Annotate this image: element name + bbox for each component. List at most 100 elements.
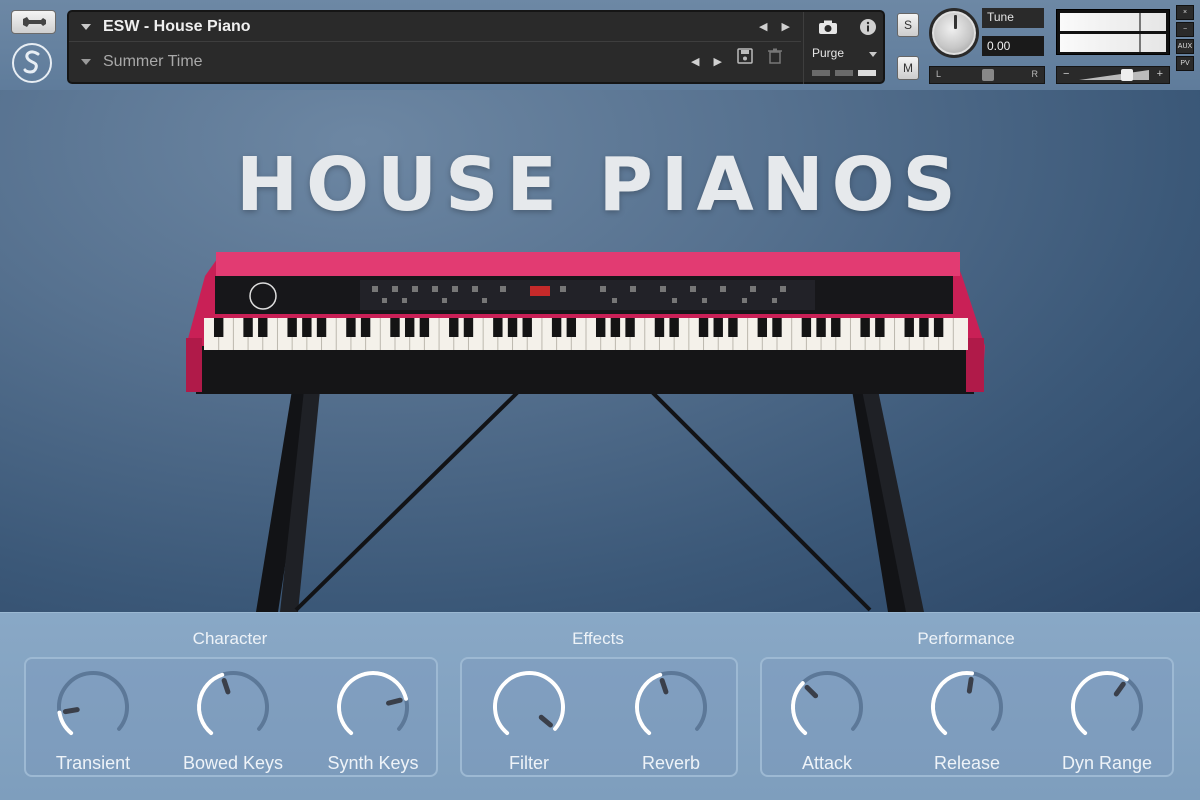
knob-transient[interactable]: Transient bbox=[38, 667, 148, 774]
preset-nav: ◀ ▶ bbox=[691, 55, 722, 68]
snapshot-button[interactable] bbox=[803, 12, 851, 42]
volume-minus-label: − bbox=[1063, 68, 1070, 80]
black-key bbox=[419, 318, 430, 337]
knob-label: Bowed Keys bbox=[182, 753, 284, 773]
black-key bbox=[654, 318, 665, 337]
section-title-performance: Performance bbox=[917, 629, 1015, 648]
black-key bbox=[213, 318, 224, 337]
black-key bbox=[919, 318, 929, 337]
knob-fill bbox=[931, 671, 975, 736]
knob-filter[interactable]: Filter bbox=[474, 667, 584, 774]
black-key bbox=[713, 318, 723, 337]
purge-dropdown-icon[interactable] bbox=[869, 52, 877, 57]
tune-label: Tune bbox=[982, 8, 1044, 28]
knob-reverb[interactable]: Reverb bbox=[616, 667, 726, 774]
volume-slider[interactable]: − + bbox=[1056, 66, 1170, 84]
black-key bbox=[772, 318, 782, 337]
black-key bbox=[390, 318, 400, 337]
black-key bbox=[316, 318, 327, 337]
knob-dial[interactable] bbox=[489, 667, 569, 747]
knob-fill bbox=[197, 672, 225, 736]
spitfire-logo bbox=[12, 43, 52, 83]
black-key bbox=[404, 318, 415, 337]
black-key bbox=[566, 318, 577, 337]
info-icon bbox=[860, 19, 876, 35]
pan-handle[interactable] bbox=[982, 69, 994, 81]
knob-attack[interactable]: Attack bbox=[772, 667, 882, 774]
knob-dial[interactable] bbox=[193, 667, 273, 747]
kontakt-header: ESW - House Piano ◀ ▶ Summer Time ◀ ▶ Pu… bbox=[0, 0, 1200, 90]
delete-button[interactable] bbox=[765, 46, 785, 66]
purge-bar bbox=[835, 70, 853, 76]
purge-bar bbox=[812, 70, 830, 76]
side-buttons: × − AUX PV bbox=[1176, 5, 1194, 71]
knob-pointer bbox=[966, 676, 974, 694]
volume-handle[interactable] bbox=[1121, 69, 1133, 81]
knob-pointer bbox=[538, 714, 553, 728]
black-key bbox=[831, 318, 841, 337]
instrument-dropdown-icon[interactable] bbox=[81, 23, 91, 30]
knob-fill bbox=[791, 681, 808, 736]
mute-button[interactable]: M bbox=[897, 56, 919, 80]
aux-button[interactable]: AUX bbox=[1176, 39, 1194, 54]
pv-button[interactable]: PV bbox=[1176, 56, 1194, 71]
preset-prev-icon[interactable]: ◀ bbox=[691, 55, 699, 68]
knob-dial[interactable] bbox=[53, 667, 133, 747]
black-key bbox=[449, 318, 459, 337]
pan-slider[interactable]: L R bbox=[929, 66, 1045, 84]
black-key bbox=[360, 318, 371, 337]
solo-button[interactable]: S bbox=[897, 13, 919, 37]
minimize-button[interactable]: − bbox=[1176, 22, 1194, 37]
group-character: Transient Bowed Keys Synth Keys bbox=[24, 657, 438, 777]
knob-label: Release bbox=[933, 753, 1001, 773]
wrench-button[interactable] bbox=[11, 10, 56, 34]
info-button[interactable] bbox=[851, 12, 885, 42]
preset-dropdown-icon[interactable] bbox=[81, 59, 91, 65]
black-key bbox=[875, 318, 885, 337]
knob-label: Reverb bbox=[641, 753, 701, 773]
knob-label: Attack bbox=[801, 753, 853, 773]
knob-fill bbox=[493, 671, 565, 736]
knob-synth-keys[interactable]: Synth Keys bbox=[318, 667, 428, 774]
preset-row[interactable]: Summer Time ◀ ▶ bbox=[69, 47, 801, 77]
pan-left-label: L bbox=[936, 69, 942, 79]
piano-stand bbox=[256, 388, 924, 612]
instrument-artwork: HOUSE PIANOS bbox=[0, 90, 1200, 612]
black-key bbox=[610, 318, 621, 337]
black-key bbox=[728, 318, 738, 337]
knob-dial[interactable] bbox=[927, 667, 1007, 747]
knob-bowed-keys[interactable]: Bowed Keys bbox=[178, 667, 288, 774]
black-key bbox=[625, 318, 635, 337]
instrument-row[interactable]: ESW - House Piano ◀ ▶ bbox=[69, 12, 801, 42]
purge-indicator bbox=[812, 70, 876, 76]
tune-value[interactable]: 0.00 bbox=[982, 36, 1044, 56]
instrument-next-icon[interactable]: ▶ bbox=[781, 20, 789, 33]
save-icon bbox=[737, 48, 753, 64]
knob-dyn-range[interactable]: Dyn Range bbox=[1052, 667, 1162, 774]
section-title-effects: Effects bbox=[572, 629, 624, 648]
instrument-prev-icon[interactable]: ◀ bbox=[759, 20, 767, 33]
black-key bbox=[933, 318, 944, 337]
black-key bbox=[801, 318, 812, 337]
close-button[interactable]: × bbox=[1176, 5, 1194, 20]
instrument-name: ESW - House Piano bbox=[103, 17, 251, 35]
black-key bbox=[258, 318, 268, 337]
black-key bbox=[507, 318, 518, 337]
tune-knob[interactable] bbox=[929, 8, 979, 58]
black-key bbox=[669, 318, 679, 337]
preset-next-icon[interactable]: ▶ bbox=[713, 55, 721, 68]
knob-dial[interactable] bbox=[1067, 667, 1147, 747]
knob-dial[interactable] bbox=[631, 667, 711, 747]
meter-peak-right bbox=[1139, 34, 1141, 52]
black-key bbox=[287, 318, 297, 337]
knob-release[interactable]: Release bbox=[912, 667, 1022, 774]
volume-wedge bbox=[1079, 70, 1149, 80]
purge-menu[interactable]: Purge bbox=[803, 42, 885, 84]
save-button[interactable] bbox=[735, 46, 755, 66]
output-meter bbox=[1056, 9, 1170, 55]
knob-dial[interactable] bbox=[787, 667, 867, 747]
volume-plus-label: + bbox=[1156, 68, 1163, 80]
black-key bbox=[860, 318, 870, 337]
wrench-icon bbox=[22, 17, 46, 27]
knob-dial[interactable] bbox=[333, 667, 413, 747]
